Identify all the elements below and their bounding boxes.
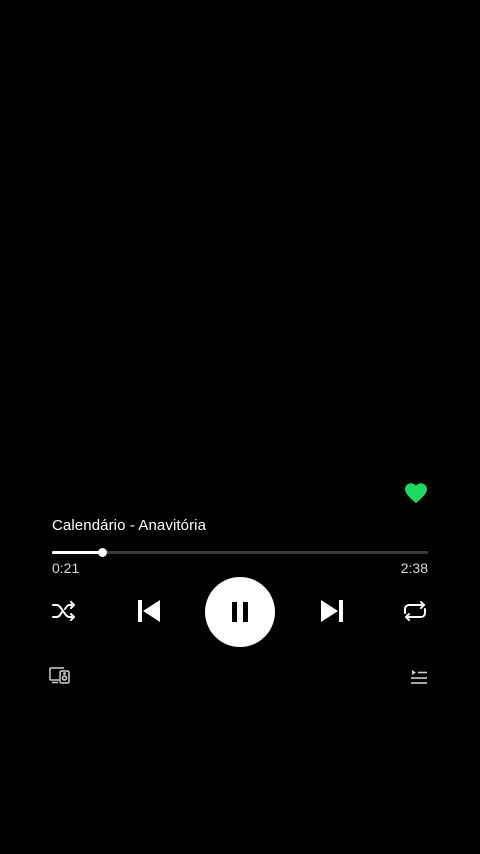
now-playing-screen: Calendário - Anavitória 0:21 2:38 (0, 0, 480, 854)
progress-slider[interactable] (52, 548, 428, 558)
connect-devices-button[interactable] (49, 666, 71, 684)
play-pause-button[interactable] (205, 577, 275, 647)
repeat-button[interactable] (402, 600, 428, 622)
shuffle-button[interactable] (52, 600, 76, 622)
queue-icon (411, 670, 427, 684)
heart-icon (405, 483, 427, 504)
previous-button[interactable] (137, 599, 161, 623)
progress-track (52, 551, 428, 554)
like-button[interactable] (404, 482, 428, 504)
skip-next-icon (321, 600, 343, 622)
track-title[interactable]: Calendário - Anavitória (52, 517, 206, 534)
next-button[interactable] (320, 599, 344, 623)
progress-fill (52, 551, 102, 554)
shuffle-icon (52, 601, 75, 621)
connect-devices-icon (49, 667, 70, 684)
elapsed-time: 0:21 (52, 560, 80, 576)
pause-icon (232, 602, 248, 622)
total-time: 2:38 (400, 560, 428, 576)
queue-button[interactable] (410, 669, 428, 685)
repeat-icon (404, 601, 426, 621)
skip-previous-icon (138, 600, 160, 622)
progress-thumb[interactable] (98, 548, 107, 557)
